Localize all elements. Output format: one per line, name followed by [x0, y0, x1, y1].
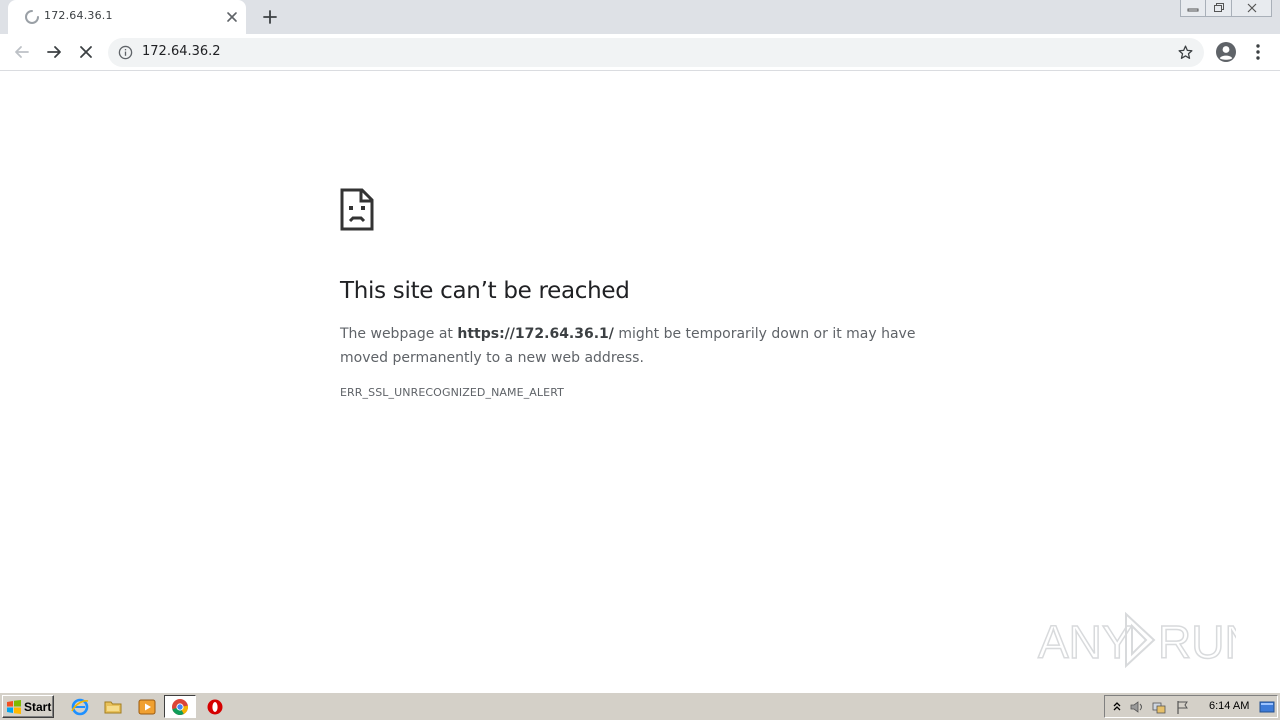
- page-content: This site can’t be reached The webpage a…: [0, 72, 1280, 692]
- chrome-taskbar-button[interactable]: [164, 695, 196, 718]
- window-controls: [1180, 0, 1272, 18]
- internet-explorer-icon[interactable]: [70, 697, 90, 717]
- address-bar[interactable]: 172.64.36.2: [108, 38, 1204, 67]
- sad-page-icon: [340, 188, 374, 231]
- chrome-icon: [172, 699, 189, 715]
- error-title: This site can’t be reached: [340, 278, 630, 304]
- windows-logo-icon: [7, 699, 21, 714]
- restore-icon: [1213, 3, 1224, 12]
- tab-title: 172.64.36.1: [44, 9, 113, 22]
- start-button[interactable]: Start: [2, 695, 54, 718]
- taskbar-clock[interactable]: 6:14 AM: [1209, 700, 1249, 712]
- new-tab-icon[interactable]: [260, 7, 280, 27]
- minimize-button[interactable]: [1180, 0, 1206, 17]
- close-window-button[interactable]: [1232, 0, 1272, 17]
- info-icon[interactable]: [118, 45, 133, 60]
- browser-tab[interactable]: 172.64.36.1: [8, 0, 246, 34]
- svg-text:ANY: ANY: [1038, 616, 1133, 668]
- media-player-icon[interactable]: [137, 697, 157, 717]
- anyrun-watermark: ANY RUN: [1037, 611, 1236, 669]
- profile-icon[interactable]: [1215, 41, 1237, 63]
- tab-close-icon[interactable]: [224, 9, 240, 25]
- error-description: The webpage at https://172.64.36.1/ migh…: [340, 322, 960, 370]
- browser-toolbar: 172.64.36.2: [0, 34, 1280, 71]
- loading-spinner-icon: [25, 10, 39, 24]
- show-hidden-icons-icon[interactable]: [1109, 699, 1125, 715]
- show-desktop-icon[interactable]: [1259, 699, 1275, 715]
- windows-taskbar: Start 6:14 AM: [0, 692, 1280, 720]
- system-tray: 6:14 AM: [1104, 695, 1278, 718]
- error-code: ERR_SSL_UNRECOGNIZED_NAME_ALERT: [340, 386, 564, 399]
- error-desc-url: https://172.64.36.1/: [457, 326, 614, 342]
- minimize-icon: [1187, 8, 1199, 12]
- volume-icon[interactable]: [1129, 699, 1145, 715]
- kebab-menu-icon[interactable]: [1250, 42, 1266, 62]
- error-desc-prefix: The webpage at: [340, 326, 458, 342]
- back-arrow-icon[interactable]: [12, 42, 32, 62]
- svg-text:RUN: RUN: [1158, 616, 1236, 668]
- start-label: Start: [24, 699, 52, 714]
- restore-button[interactable]: [1206, 0, 1232, 17]
- tab-strip: 172.64.36.1: [0, 0, 1280, 34]
- action-center-flag-icon[interactable]: [1175, 699, 1191, 715]
- forward-arrow-icon[interactable]: [44, 42, 64, 62]
- close-icon: [1247, 3, 1256, 13]
- folder-icon[interactable]: [103, 697, 123, 717]
- opera-icon[interactable]: [205, 697, 225, 717]
- star-icon[interactable]: [1177, 44, 1194, 61]
- url-text[interactable]: 172.64.36.2: [142, 44, 221, 59]
- stop-icon[interactable]: [76, 42, 96, 62]
- network-icon[interactable]: [1151, 699, 1167, 715]
